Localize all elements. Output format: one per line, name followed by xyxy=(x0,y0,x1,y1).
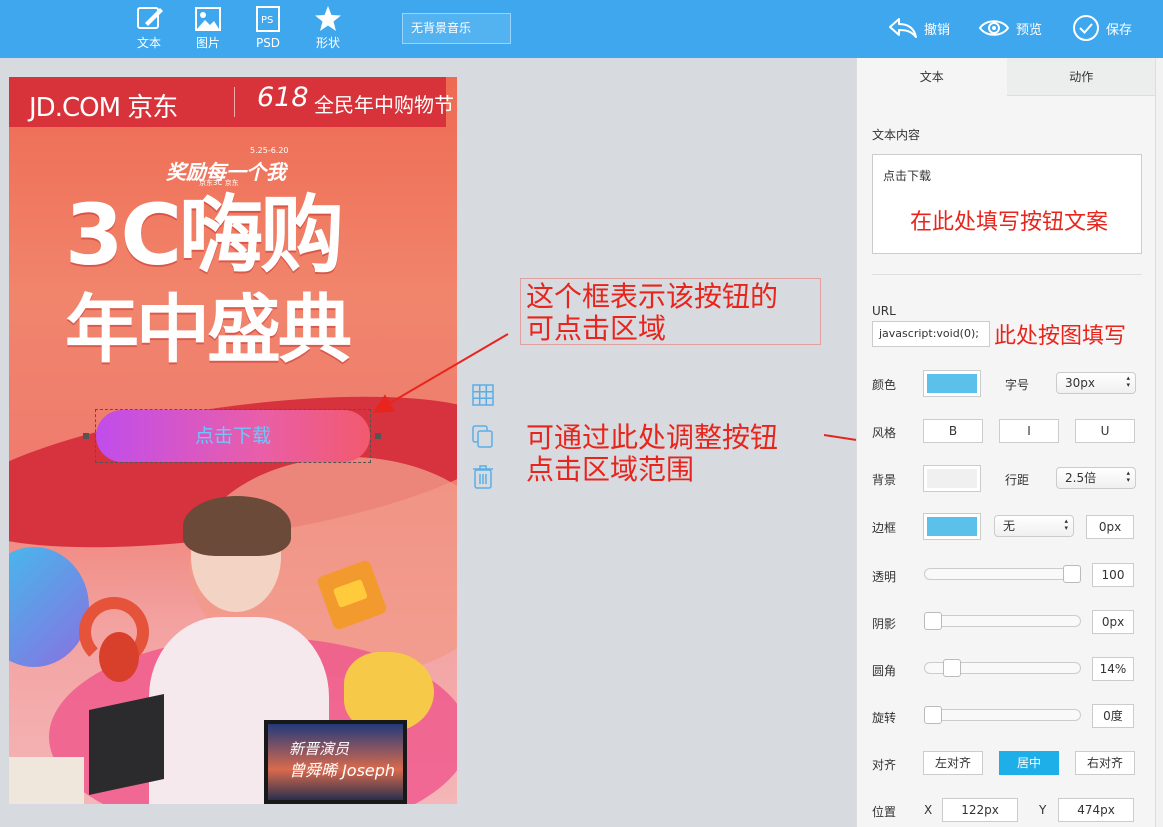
rotate-slider[interactable] xyxy=(924,706,1081,724)
panel-tabs: 文本 动作 xyxy=(857,58,1156,96)
text-color-picker[interactable] xyxy=(923,370,981,397)
properties-panel: 文本 动作 文本内容 点击下载 在此处填写按钮文案 URL javascript… xyxy=(856,58,1156,827)
font-size-select[interactable]: 30px xyxy=(1056,372,1136,394)
grid-icon[interactable] xyxy=(471,383,495,407)
preview-button[interactable]: 预览 xyxy=(978,12,1042,44)
window-edge xyxy=(1155,58,1163,827)
svg-text:PS: PS xyxy=(261,15,273,26)
pos-y-label: Y xyxy=(1039,803,1047,817)
save-label: 保存 xyxy=(1106,22,1133,38)
radius-input[interactable]: 14% xyxy=(1092,657,1134,681)
fest-number: 618 xyxy=(257,82,309,113)
pos-y-input[interactable]: 474px xyxy=(1058,798,1134,822)
opacity-input[interactable]: 100 xyxy=(1092,563,1134,587)
background-music-select[interactable]: 无背景音乐 xyxy=(402,13,511,44)
selection-frame[interactable] xyxy=(95,409,371,463)
italic-button[interactable]: I xyxy=(999,419,1059,443)
date-range: 5.25-6.20 xyxy=(250,146,289,155)
pos-x-input[interactable]: 122px xyxy=(942,798,1018,822)
pos-x-label: X xyxy=(924,803,933,817)
shape-tool-label: 形状 xyxy=(315,36,340,50)
copy-icon[interactable] xyxy=(471,424,495,448)
url-label: URL xyxy=(872,304,896,318)
logo-divider xyxy=(234,87,235,117)
headphone-cup-image xyxy=(99,632,139,682)
psd-tool-button[interactable]: PS PSD xyxy=(246,4,290,51)
tab-action[interactable]: 动作 xyxy=(1006,58,1156,96)
opacity-slider[interactable] xyxy=(924,565,1081,583)
radius-label: 圆角 xyxy=(872,664,897,678)
background-color-picker[interactable] xyxy=(923,465,981,492)
line-height-select[interactable]: 2.5倍 xyxy=(1056,467,1136,489)
position-label: 位置 xyxy=(872,805,897,819)
annotation-fill-url: 此处按图填写 xyxy=(994,324,1127,349)
preview-label: 预览 xyxy=(1016,22,1043,38)
background-label: 背景 xyxy=(872,473,897,487)
border-label: 边框 xyxy=(872,521,897,535)
rotate-label: 旋转 xyxy=(872,711,897,725)
star-shape-icon xyxy=(306,4,350,36)
monitor-caption-line2: 曾舜晞 Joseph xyxy=(289,761,396,780)
align-left-button[interactable]: 左对齐 xyxy=(923,751,983,775)
style-label: 风格 xyxy=(872,426,897,440)
radius-slider[interactable] xyxy=(924,659,1081,677)
annotation-clickable-area: 这个框表示该按钮的 可点击区域 xyxy=(526,280,779,345)
align-right-button[interactable]: 右对齐 xyxy=(1075,751,1135,775)
psd-icon: PS xyxy=(246,4,290,36)
image-icon xyxy=(186,4,230,36)
product-box-image xyxy=(9,757,84,804)
undo-button[interactable]: 撤销 xyxy=(888,12,950,44)
underline-button[interactable]: U xyxy=(1075,419,1135,443)
headline-line1: 3C嗨购 xyxy=(65,186,344,284)
line-height-label: 行距 xyxy=(1005,473,1030,487)
shadow-input[interactable]: 0px xyxy=(1092,610,1134,634)
top-toolbar: 文本 图片 PS PSD 形状 无背景音乐 撤销 预览 保存 xyxy=(0,0,1163,58)
text-tool-button[interactable]: 文本 xyxy=(127,4,171,51)
align-label: 对齐 xyxy=(872,758,897,772)
shadow-slider[interactable] xyxy=(924,612,1081,630)
text-edit-icon xyxy=(127,4,171,36)
divider xyxy=(872,274,1142,275)
image-tool-label: 图片 xyxy=(195,36,220,50)
resize-handle-left[interactable] xyxy=(83,433,89,439)
align-center-button[interactable]: 居中 xyxy=(999,751,1059,775)
monitor-caption-line1: 新晋演员 xyxy=(289,740,350,758)
resize-handle-right[interactable] xyxy=(375,433,381,439)
undo-icon xyxy=(889,18,917,38)
border-style-select[interactable]: 无 xyxy=(994,515,1074,537)
rotate-input[interactable]: 0度 xyxy=(1092,704,1134,728)
tab-text[interactable]: 文本 xyxy=(857,58,1007,96)
annotation-adjust-area: 可通过此处调整按钮 点击区域范围 xyxy=(526,421,779,486)
text-tool-label: 文本 xyxy=(136,36,161,50)
annotation-fill-button-text: 在此处填写按钮文案 xyxy=(910,210,1109,235)
shape-tool-button[interactable]: 形状 xyxy=(306,4,350,51)
psd-tool-label: PSD xyxy=(255,36,281,50)
text-content-label: 文本内容 xyxy=(872,128,921,142)
border-width-input[interactable]: 0px xyxy=(1086,515,1134,539)
url-input[interactable]: javascript:void(0); xyxy=(872,321,990,347)
border-color-picker[interactable] xyxy=(923,513,981,540)
headline-line2: 年中盛典 xyxy=(65,287,352,373)
decor-blob xyxy=(9,547,89,667)
save-button[interactable]: 保存 xyxy=(1072,12,1132,44)
fest-text: 全民年中购物节 xyxy=(314,93,454,117)
bold-button[interactable]: B xyxy=(923,419,983,443)
image-tool-button[interactable]: 图片 xyxy=(186,4,230,51)
font-size-label: 字号 xyxy=(1005,378,1030,392)
text-content-value: 点击下载 xyxy=(883,169,932,183)
color-label: 颜色 xyxy=(872,378,897,392)
opacity-label: 透明 xyxy=(872,570,897,584)
laptop-image xyxy=(89,694,164,795)
jd-logo: JD.COM 京东 xyxy=(29,93,178,123)
undo-label: 撤销 xyxy=(924,22,951,38)
check-circle-icon xyxy=(1073,15,1099,41)
eye-icon xyxy=(978,20,1010,36)
trash-icon[interactable] xyxy=(471,464,495,489)
shadow-label: 阴影 xyxy=(872,617,897,631)
